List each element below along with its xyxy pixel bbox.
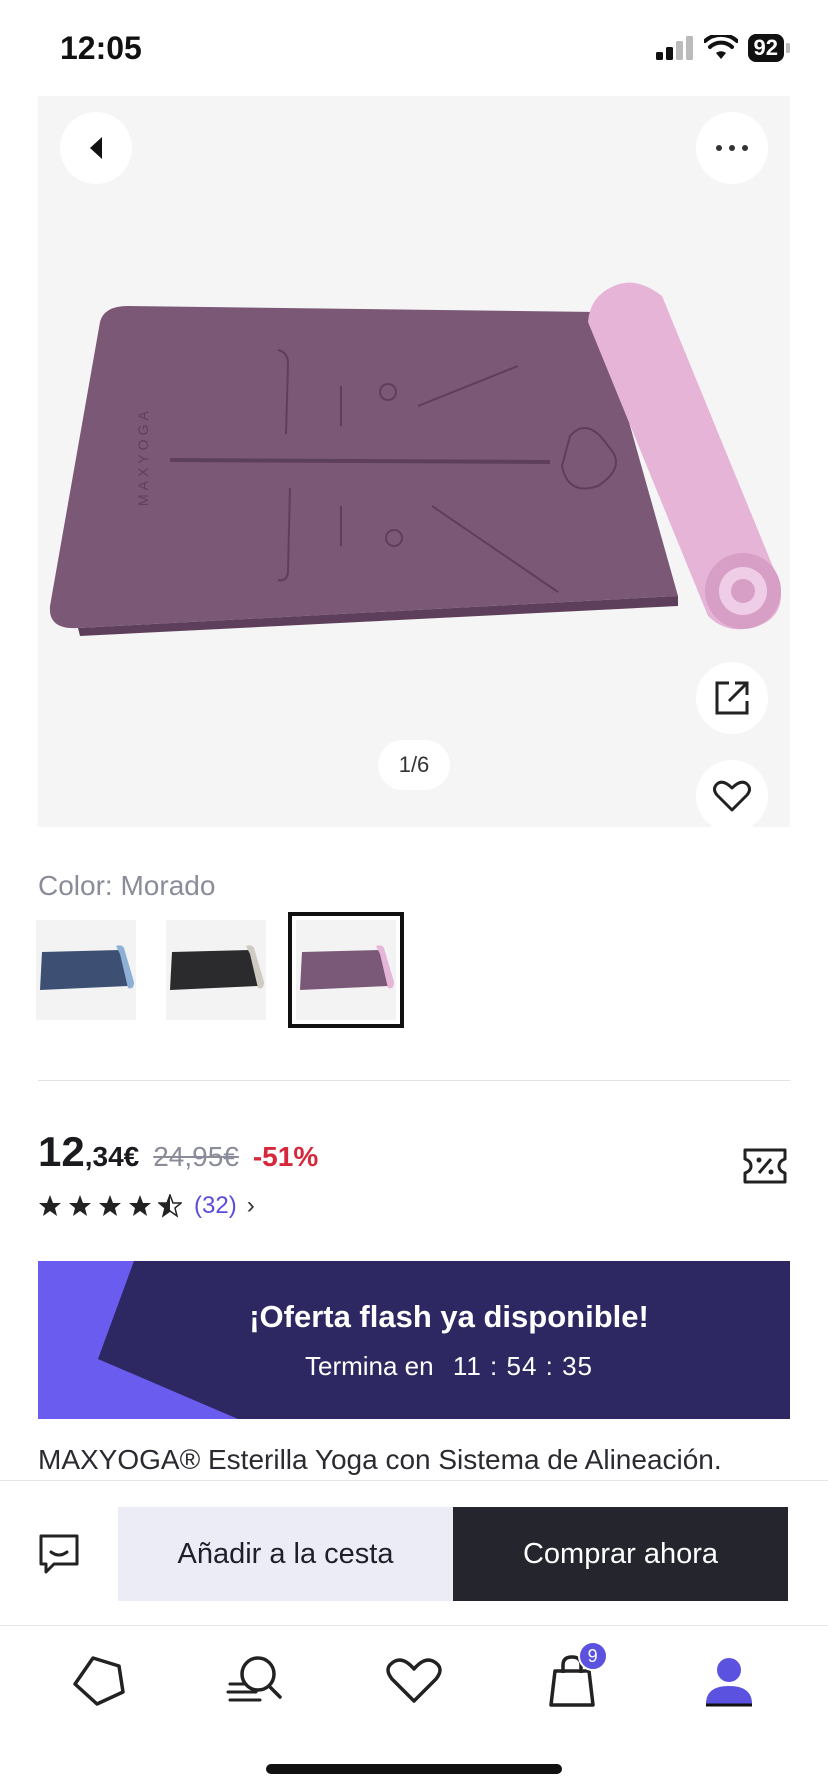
tab-favorites[interactable] [374, 1641, 454, 1721]
star-icon [99, 1195, 121, 1216]
share-icon [715, 681, 749, 715]
divider [38, 1080, 790, 1081]
color-label: Color: Morado [38, 870, 216, 901]
add-to-cart-button[interactable]: Añadir a la cesta [118, 1507, 453, 1601]
star-icon [39, 1195, 61, 1216]
ends-label: Termina en [304, 1351, 434, 1381]
flash-sale-banner[interactable]: ¡Oferta flash ya disponible! Termina en … [38, 1261, 790, 1419]
status-bar: 12:05 92 [0, 0, 828, 96]
product-photo: MAXYOGA [49, 282, 782, 636]
chevron-right-icon: › [246, 1192, 255, 1219]
search-icon [226, 1656, 283, 1702]
swatch-blue[interactable] [36, 920, 136, 1020]
tab-bar: 9 [0, 1626, 828, 1736]
swatch-black[interactable] [166, 920, 266, 1020]
flash-title: ¡Oferta flash ya disponible! [249, 1299, 649, 1334]
more-options-button[interactable] [696, 112, 768, 184]
price-row: 12 ,34€ 24,95€ -51% [38, 1128, 318, 1176]
user-icon [706, 1658, 753, 1707]
tab-home[interactable] [59, 1641, 139, 1721]
review-count-link[interactable]: (32) [194, 1192, 237, 1220]
rating-row[interactable]: (32) › [38, 1192, 255, 1220]
share-button[interactable] [696, 662, 768, 734]
action-bar: Añadir a la cesta Comprar ahora [0, 1480, 828, 1626]
swatch-purple-image [300, 945, 394, 990]
pentagon-icon [73, 1656, 125, 1706]
chat-icon [39, 1534, 79, 1574]
star-rating [38, 1194, 182, 1218]
price-decimal: ,34€ [84, 1141, 140, 1172]
chat-button[interactable] [34, 1529, 84, 1579]
price-integer: 12 [38, 1128, 85, 1175]
half-star-icon [158, 1194, 182, 1218]
original-price: 24,95€ [153, 1141, 239, 1172]
battery-tip [786, 43, 790, 53]
image-counter: 1/6 [378, 740, 450, 790]
star-icon [69, 1195, 91, 1216]
buy-now-button[interactable]: Comprar ahora [453, 1507, 788, 1601]
battery-indicator: 92 [747, 34, 784, 62]
tab-cart[interactable]: 9 [532, 1641, 612, 1721]
coupon-button[interactable] [742, 1146, 788, 1191]
coupon-icon [743, 1148, 787, 1184]
tab-search[interactable] [216, 1641, 296, 1721]
status-icons: 92 [655, 34, 790, 62]
star-icon [129, 1195, 151, 1216]
tab-profile[interactable] [689, 1641, 769, 1721]
favorite-button[interactable] [696, 760, 768, 827]
back-arrow-icon [90, 137, 102, 159]
banner-accent-shape [38, 1261, 238, 1419]
discount-badge: -51% [252, 1141, 319, 1172]
home-indicator [266, 1764, 562, 1774]
cart-count-badge: 9 [577, 1641, 608, 1671]
back-button[interactable] [60, 112, 132, 184]
flash-timer-row: Termina en 11 : 54 : 35 [38, 1351, 790, 1382]
countdown-timer: 11 : 54 : 35 [452, 1351, 594, 1381]
heart-icon [713, 780, 751, 812]
signal-icon [655, 36, 693, 60]
color-swatches [36, 912, 404, 1028]
heart-icon [386, 1658, 442, 1703]
status-time: 12:05 [60, 30, 142, 66]
svg-text:MAXYOGA: MAXYOGA [135, 407, 151, 506]
swatch-black-image [170, 945, 264, 990]
product-title: MAXYOGA® Esterilla Yoga con Sistema de A… [38, 1444, 722, 1475]
wifi-icon [703, 35, 738, 59]
swatch-blue-image [40, 945, 134, 990]
more-dots-icon [716, 145, 748, 151]
product-image-gallery[interactable]: MAXYOGA 1/6 [38, 96, 790, 827]
swatch-purple[interactable] [288, 912, 404, 1028]
